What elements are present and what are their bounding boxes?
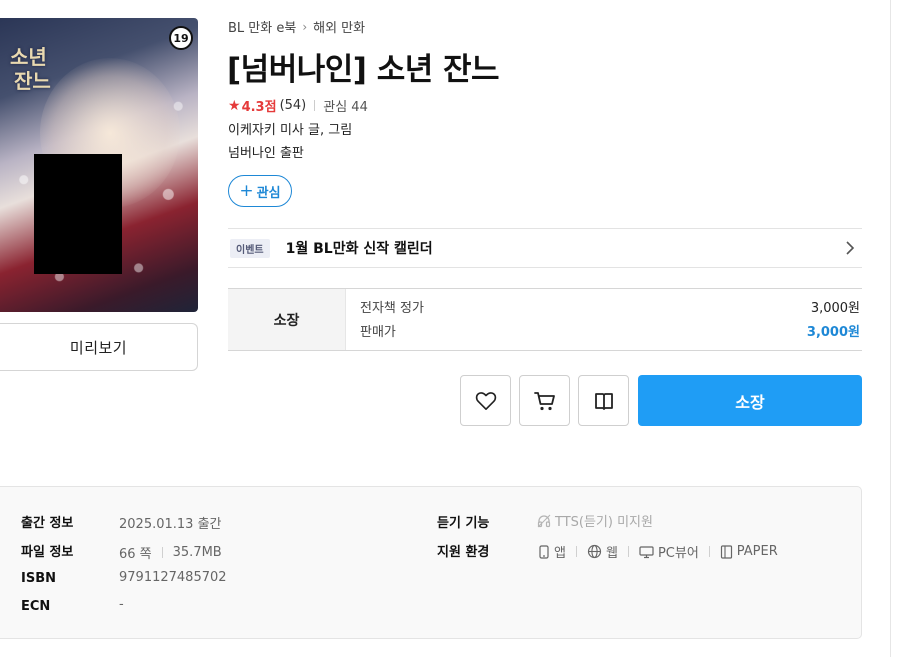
rating-line: ★ 4.3점 (54) 관심 44: [228, 96, 368, 116]
buy-button[interactable]: 소장: [638, 375, 862, 426]
ecn-value: -: [119, 597, 124, 612]
env-pc-label: PC뷰어: [657, 546, 699, 561]
env-divider: [627, 546, 629, 557]
list-price-value: 3,000원: [810, 301, 860, 316]
ereader-icon: [720, 544, 732, 559]
rating-count[interactable]: (54): [280, 98, 307, 113]
page-divider: [890, 0, 891, 657]
file-pages: 66 쪽: [119, 547, 152, 562]
follow-button[interactable]: + 관심: [228, 175, 292, 207]
listen-label: 듣기 기능: [437, 516, 490, 531]
gift-button[interactable]: [578, 375, 629, 426]
file-info-divider: [161, 547, 163, 558]
gift-icon: [594, 392, 613, 410]
sale-price-value: 3,000원: [806, 325, 860, 340]
publisher-info[interactable]: 넘버나인 출판: [228, 142, 304, 161]
breadcrumb-subcategory[interactable]: 해외 만화: [313, 17, 365, 36]
env-app-label: 앱: [554, 546, 566, 561]
svg-text:잔느: 잔느: [14, 69, 51, 93]
list-price-row: 전자책 정가 3,000원: [360, 297, 862, 321]
env-web-label: 웹: [605, 546, 618, 561]
interest-count: 관심 44: [323, 100, 368, 115]
cover-logo-icon: 소년 잔느: [10, 45, 51, 93]
isbn-value: 9791127485702: [119, 570, 227, 585]
event-banner[interactable]: 이벤트 1월 BL만화 신작 캘린더: [228, 228, 862, 268]
book-cover-image[interactable]: 소년 잔느: [0, 18, 198, 312]
preview-button[interactable]: 미리보기: [0, 323, 198, 371]
book-metadata-panel: 출간 정보 2025.01.13 출간 파일 정보 66 쪽 35.7MB IS…: [0, 486, 862, 639]
heart-icon: [475, 391, 496, 410]
phone-icon: [539, 544, 549, 559]
env-pc: PC뷰어: [639, 542, 699, 561]
env-divider: [575, 546, 577, 557]
purchase-type-label: 소장: [228, 289, 346, 350]
env-app: 앱: [538, 542, 566, 561]
author-info[interactable]: 이케자키 미사 글, 그림: [228, 119, 352, 138]
rating-divider: [314, 100, 316, 111]
event-text: 1월 BL만화 신작 캘린더: [285, 241, 433, 257]
event-badge: 이벤트: [230, 238, 270, 258]
release-value: 2025.01.13 출간: [119, 517, 222, 532]
breadcrumb-category[interactable]: BL 만화 e북: [228, 17, 296, 36]
file-info-value: 66 쪽 35.7MB: [119, 543, 222, 562]
book-title: [넘버나인] 소년 잔느: [227, 52, 500, 88]
list-price-label: 전자책 정가: [360, 301, 424, 316]
svg-text:소년: 소년: [10, 45, 47, 69]
breadcrumb: BL 만화 e북 › 해외 만화: [228, 17, 365, 37]
chevron-right-icon: [846, 241, 855, 255]
isbn-label: ISBN: [21, 571, 56, 586]
support-env-label: 지원 환경: [437, 545, 490, 560]
price-table: 소장 전자책 정가 3,000원 판매가 3,000원: [228, 288, 862, 351]
plus-icon: +: [239, 180, 254, 201]
file-info-label: 파일 정보: [21, 545, 74, 560]
file-size: 35.7MB: [172, 545, 222, 560]
wishlist-button[interactable]: [460, 375, 511, 426]
sale-price-row: 판매가 3,000원: [360, 321, 862, 345]
release-label: 출간 정보: [21, 516, 74, 531]
env-web: 웹: [587, 542, 618, 561]
env-paper-label: PAPER: [736, 544, 778, 559]
age-rating-badge: 19: [169, 26, 193, 50]
tts-status: TTS(듣기) 미지원: [537, 511, 653, 530]
tts-text: TTS(듣기) 미지원: [555, 515, 653, 530]
cover-redaction: [34, 154, 122, 274]
globe-icon: [587, 544, 602, 559]
env-paper: PAPER: [720, 544, 778, 559]
cart-icon: [533, 391, 555, 410]
star-icon: ★: [228, 97, 241, 114]
support-env-list: 앱 웹 PC뷰어 PAPER: [538, 542, 778, 561]
price-rows: 전자책 정가 3,000원 판매가 3,000원: [346, 289, 862, 350]
ecn-label: ECN: [21, 599, 51, 614]
monitor-icon: [639, 545, 654, 558]
env-divider: [708, 546, 710, 557]
listen-value: TTS(듣기) 미지원: [537, 511, 653, 530]
breadcrumb-chevron-icon: ›: [302, 19, 308, 34]
sale-price-label: 판매가: [360, 325, 396, 340]
rating-score: 4.3점: [241, 100, 277, 115]
cart-button[interactable]: [519, 375, 570, 426]
cover-title-mark: 소년 잔느: [6, 40, 54, 102]
follow-label: 관심: [256, 185, 281, 201]
headphones-icon: [537, 514, 551, 527]
